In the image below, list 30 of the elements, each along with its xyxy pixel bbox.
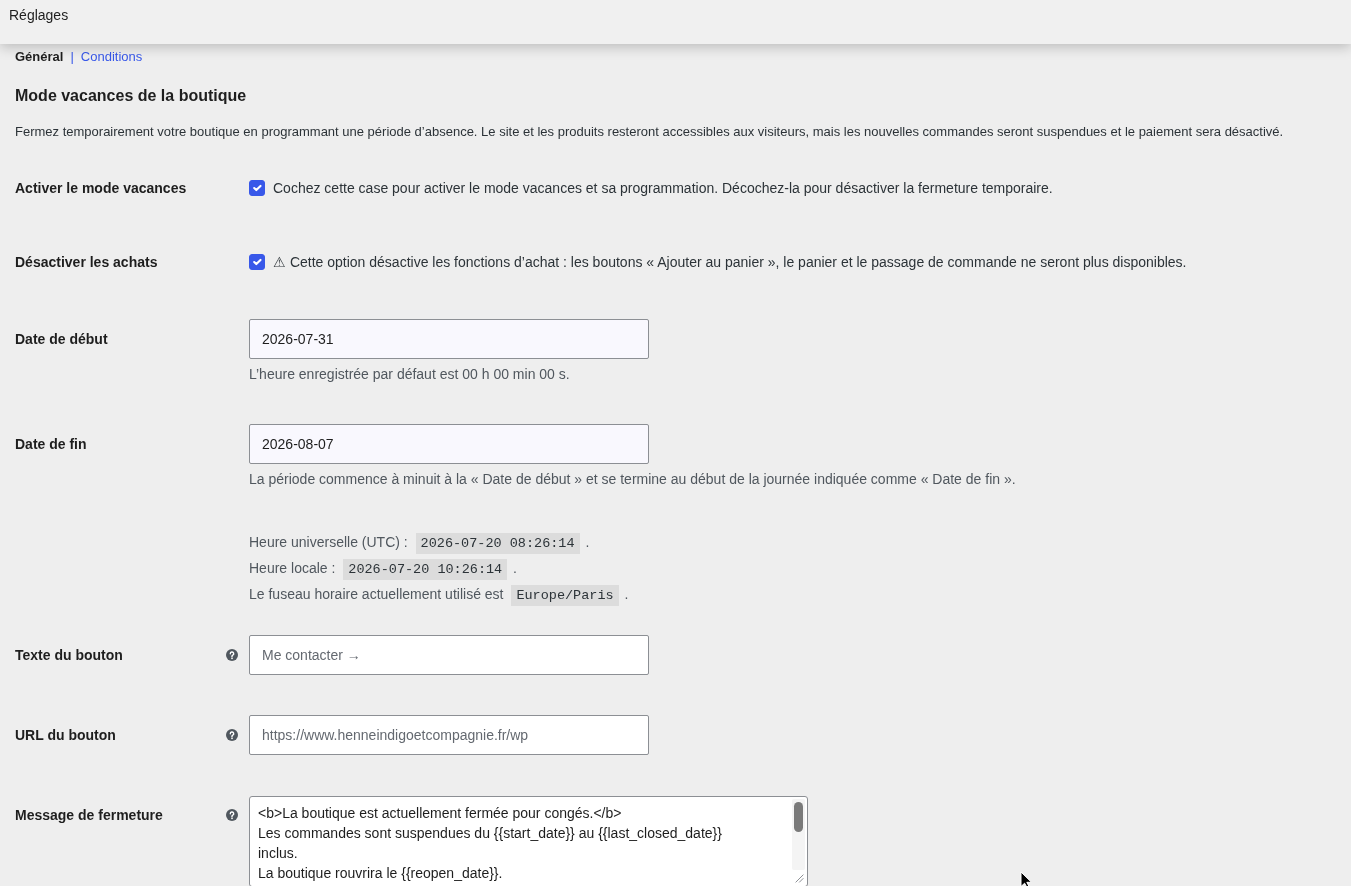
field-label: Date de fin	[15, 435, 87, 454]
text-input[interactable]: Me contacter →	[249, 635, 649, 675]
field-label: URL du bouton	[15, 726, 116, 745]
message-textarea[interactable]: <b>La boutique est actuellement fermée pour congés.</b> Les commandes sont suspendues du {{start_date}} au {{last_closed_date}} inclus. La boutique rouvrira le {{reopen_date}}.	[249, 796, 808, 886]
field-description: La période commence à minuit à la « Date de début » et se termine au début de la journée indiquée comme « Date de fin ».	[249, 470, 1016, 489]
field-label: Message de fermeture	[15, 806, 163, 825]
mouse-pointer-icon	[1020, 871, 1032, 886]
field-description: L’heure enregistrée par défaut est 00 h 00 min 00 s.	[249, 365, 570, 384]
field-label: Activer le mode vacances	[15, 179, 187, 198]
section-title: Mode vacances de la boutique	[15, 86, 247, 106]
field-label: Désactiver les achats	[15, 253, 158, 272]
checkbox-description: Cochez cette case pour activer le mode vacances et sa programmation. Décochez-la pour désactiver la fermeture temporaire.	[273, 179, 1053, 198]
tab-separator: |	[70, 49, 74, 65]
section-description: Fermez temporairement votre boutique en programmant une période d’absence. Le site et les produits resteront accessibles aux visiteurs, mais les nouvelles commandes seront suspendues et le paiement sera désactivé.	[15, 123, 1284, 141]
tab[interactable]: Général	[15, 49, 64, 65]
time-info-text: Heure locale : 2026-07-20 10:26:14 .	[249, 556, 517, 582]
field-label: Texte du bouton	[15, 646, 123, 665]
text-input[interactable]: https://www.henneindigoetcompagnie.fr/wp	[249, 715, 649, 755]
page-title: Réglages	[9, 6, 69, 24]
resize-grip-icon	[795, 874, 804, 883]
checkbox[interactable]	[249, 254, 265, 270]
field-label: Date de début	[15, 330, 108, 349]
scrollbar	[792, 799, 805, 870]
tab[interactable]: Conditions	[80, 49, 143, 65]
checkbox-description: ⚠ Cette option désactive les fonctions d’achat : les boutons « Ajouter au panier », le panier et le passage de commande ne seront plus disponibles.	[273, 253, 1187, 272]
date-input[interactable]: 2026-07-31	[249, 319, 649, 359]
time-info-text: Heure universelle (UTC) : 2026-07-20 08:26:14 .	[249, 530, 590, 556]
date-input[interactable]: 2026-08-07	[249, 424, 649, 464]
time-info-text: Le fuseau horaire actuellement utilisé est Europe/Paris .	[249, 582, 629, 608]
checkbox[interactable]	[249, 180, 265, 196]
